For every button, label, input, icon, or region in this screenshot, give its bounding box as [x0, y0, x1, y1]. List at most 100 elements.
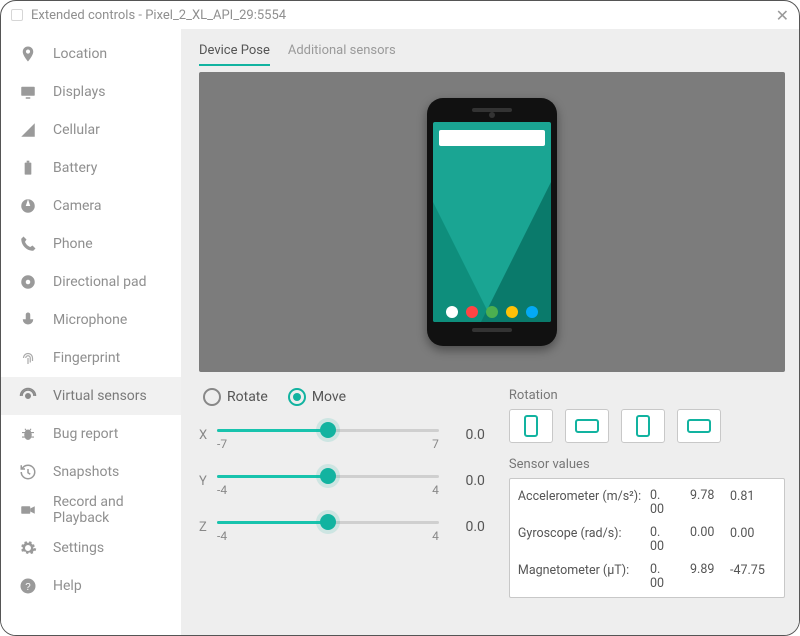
windowicon-icon	[11, 9, 23, 21]
sidebar-item-label: Phone	[53, 236, 93, 252]
sensor-val-0: 0. 00	[650, 489, 690, 518]
videocam-icon	[19, 501, 37, 519]
sidebar-item-location[interactable]: Location	[1, 35, 181, 73]
axis-z-label: Z	[199, 520, 217, 535]
sidebar-item-phone[interactable]: Phone	[1, 225, 181, 263]
sidebar-item-bug-report[interactable]: Bug report	[1, 415, 181, 453]
sidebar-item-snapshots[interactable]: Snapshots	[1, 453, 181, 491]
slider-z-max: 4	[432, 529, 439, 543]
sensors-icon	[19, 387, 37, 405]
titlebar: Extended controls - Pixel_2_XL_API_29:55…	[1, 1, 799, 29]
sensor-val-1: 9.78	[690, 489, 730, 503]
extended-controls-window: Extended controls - Pixel_2_XL_API_29:55…	[0, 0, 800, 636]
device-preview[interactable]	[199, 72, 785, 372]
slider-z[interactable]: -4 4	[217, 511, 439, 543]
sidebar-item-displays[interactable]: Displays	[1, 73, 181, 111]
axis-y-label: Y	[199, 474, 217, 489]
sidebar-item-dpad[interactable]: Directional pad	[1, 263, 181, 301]
sidebar-item-settings[interactable]: Settings	[1, 529, 181, 567]
tab-device-pose[interactable]: Device Pose	[199, 39, 270, 66]
tab-additional-sensors[interactable]: Additional sensors	[288, 39, 396, 66]
tabs: Device Pose Additional sensors	[199, 39, 785, 66]
pose-sliders: Rotate Move X -7 7 0.0	[199, 388, 489, 598]
bug-icon	[19, 425, 37, 443]
rotation-portrait-button[interactable]	[509, 409, 553, 443]
sidebar-item-virtual-sensors[interactable]: Virtual sensors	[1, 377, 181, 415]
battery-icon	[19, 159, 37, 177]
slider-y[interactable]: -4 4	[217, 465, 439, 497]
history-icon	[19, 463, 37, 481]
sidebar-item-label: Battery	[53, 160, 97, 176]
slider-y-max: 4	[432, 483, 439, 497]
sidebar-item-label: Fingerprint	[53, 350, 120, 366]
sensor-values-title: Sensor values	[509, 457, 785, 472]
close-icon[interactable]: ✕	[776, 6, 789, 25]
sensor-values-box: Accelerometer (m/s²): 0. 00 9.78 0.81 Gy…	[509, 478, 785, 598]
sidebar-item-fingerprint[interactable]: Fingerprint	[1, 339, 181, 377]
sidebar-item-battery[interactable]: Battery	[1, 149, 181, 187]
sidebar-item-label: Help	[53, 578, 82, 594]
sensor-row-gyroscope: Gyroscope (rad/s): 0. 00 0.00 0.00	[518, 522, 776, 559]
sidebar-item-label: Directional pad	[53, 274, 147, 290]
sensor-val-0: 0. 00	[650, 526, 690, 555]
slider-x[interactable]: -7 7	[217, 419, 439, 451]
sensor-name: Magnetometer (μT):	[518, 563, 650, 578]
sidebar-item-camera[interactable]: Camera	[1, 187, 181, 225]
sidebar-item-label: Camera	[53, 198, 102, 214]
displays-icon	[19, 83, 37, 101]
phone-mock	[427, 98, 557, 346]
axis-y-value: 0.0	[439, 473, 489, 489]
sidebar-item-label: Record and Playback	[53, 494, 181, 526]
radio-move[interactable]: Move	[288, 388, 346, 406]
sidebar-item-label: Cellular	[53, 122, 100, 138]
cellular-signal-icon	[19, 121, 37, 139]
sensor-name: Accelerometer (m/s²):	[518, 489, 650, 504]
slider-x-min: -7	[217, 437, 227, 451]
main-panel: Device Pose Additional sensors Rotate	[181, 29, 799, 635]
sidebar: Location Displays Cellular Battery Camer…	[1, 29, 181, 635]
dpad-icon	[19, 273, 37, 291]
phone-icon	[19, 235, 37, 253]
sidebar-item-microphone[interactable]: Microphone	[1, 301, 181, 339]
sidebar-item-cellular[interactable]: Cellular	[1, 111, 181, 149]
help-icon: ?	[19, 577, 37, 595]
rotation-landscape-left-button[interactable]	[565, 409, 609, 443]
sidebar-item-label: Virtual sensors	[53, 388, 147, 404]
microphone-icon	[19, 311, 37, 329]
radio-rotate[interactable]: Rotate	[203, 388, 268, 406]
gear-icon	[19, 539, 37, 557]
svg-text:?: ?	[25, 582, 31, 593]
axis-x-row: X -7 7 0.0	[199, 412, 489, 458]
sensor-val-1: 9.89	[690, 563, 730, 577]
sensor-row-magnetometer: Magnetometer (μT): 0. 00 9.89 -47.75	[518, 559, 776, 596]
radio-move-label: Move	[312, 389, 346, 405]
sensor-row-accelerometer: Accelerometer (m/s²): 0. 00 9.78 0.81	[518, 485, 776, 522]
radio-rotate-label: Rotate	[227, 389, 268, 405]
sidebar-item-label: Bug report	[53, 426, 118, 442]
sensor-val-2: 0.81	[730, 489, 776, 504]
sidebar-item-label: Location	[53, 46, 107, 62]
slider-y-min: -4	[217, 483, 227, 497]
sidebar-item-help[interactable]: ? Help	[1, 567, 181, 605]
sidebar-item-label: Microphone	[53, 312, 127, 328]
sidebar-item-label: Settings	[53, 540, 104, 556]
sensor-name: Gyroscope (rad/s):	[518, 526, 650, 541]
slider-x-max: 7	[432, 437, 439, 451]
rotation-landscape-right-button[interactable]	[677, 409, 721, 443]
sidebar-item-label: Snapshots	[53, 464, 119, 480]
rotation-title: Rotation	[509, 388, 785, 403]
axis-x-label: X	[199, 428, 217, 443]
rotation-portrait-reverse-button[interactable]	[621, 409, 665, 443]
axis-z-value: 0.0	[439, 519, 489, 535]
slider-z-min: -4	[217, 529, 227, 543]
sensor-val-0: 0. 00	[650, 563, 690, 592]
sensor-val-2: 0.00	[730, 526, 776, 541]
axis-z-row: Z -4 4 0.0	[199, 504, 489, 550]
camera-aperture-icon	[19, 197, 37, 215]
axis-y-row: Y -4 4 0.0	[199, 458, 489, 504]
axis-x-value: 0.0	[439, 427, 489, 443]
sidebar-item-label: Displays	[53, 84, 105, 100]
window-title: Extended controls - Pixel_2_XL_API_29:55…	[31, 8, 286, 23]
sidebar-item-record-playback[interactable]: Record and Playback	[1, 491, 181, 529]
sensor-val-2: -47.75	[730, 563, 776, 578]
